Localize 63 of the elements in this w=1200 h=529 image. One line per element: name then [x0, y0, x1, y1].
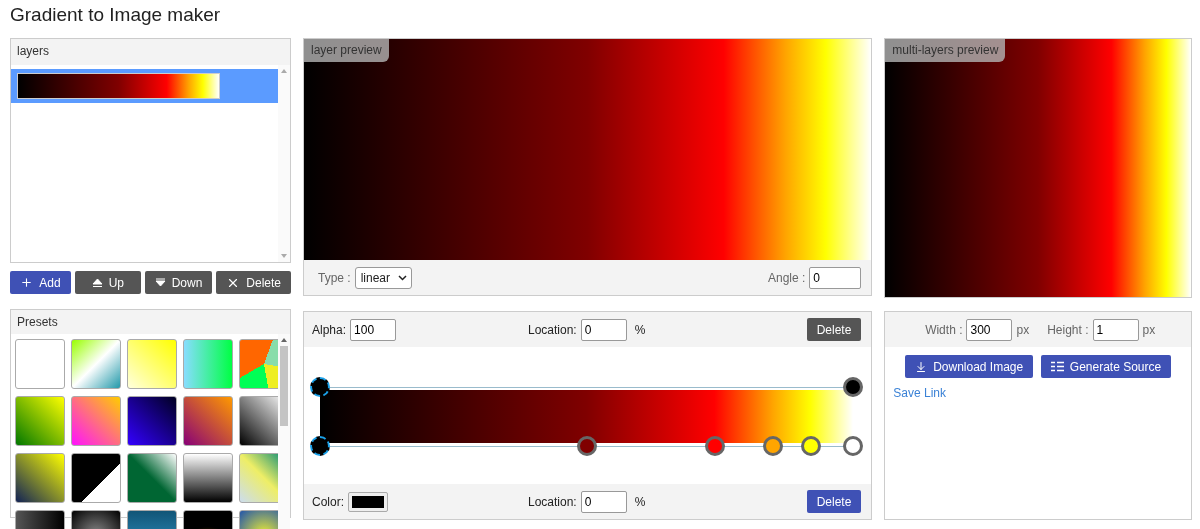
- plus-icon: [20, 276, 34, 289]
- layer-item[interactable]: [11, 69, 278, 103]
- up-button[interactable]: Up: [75, 271, 141, 294]
- unit-label: px: [1016, 322, 1030, 337]
- scrollbar[interactable]: [278, 334, 290, 529]
- width-label: Width :: [925, 322, 963, 337]
- preset-swatch[interactable]: [127, 453, 177, 503]
- alpha-label: Alpha:: [312, 322, 347, 337]
- color-stop-handle[interactable]: [843, 436, 864, 456]
- location-label: Location:: [528, 322, 577, 337]
- preset-swatch[interactable]: [183, 396, 233, 446]
- angle-label: Angle :: [768, 270, 806, 285]
- color-stop-handle[interactable]: [310, 436, 330, 456]
- preset-swatch[interactable]: [239, 339, 278, 389]
- unit-label: px: [1142, 322, 1156, 337]
- scroll-up-icon[interactable]: [281, 338, 287, 342]
- delete-button[interactable]: Delete: [216, 271, 291, 294]
- type-select[interactable]: linear: [354, 266, 412, 289]
- percent-label: %: [634, 494, 646, 509]
- delete-button[interactable]: Delete: [806, 318, 862, 341]
- preset-swatch[interactable]: [183, 339, 233, 389]
- location-label: Location:: [528, 494, 577, 509]
- percent-label: %: [634, 322, 646, 337]
- width-input[interactable]: 300: [966, 318, 1013, 341]
- alpha-stop-handle[interactable]: [310, 377, 330, 397]
- generate-source-button[interactable]: Generate Source: [1040, 355, 1172, 378]
- panel-header: layers: [11, 39, 290, 65]
- preset-swatch[interactable]: [15, 453, 65, 503]
- preset-swatch[interactable]: [71, 396, 121, 446]
- height-label: Height :: [1047, 322, 1089, 337]
- preset-swatch[interactable]: [239, 396, 278, 446]
- alpha-input[interactable]: 100: [350, 318, 397, 341]
- preset-swatch[interactable]: [127, 339, 177, 389]
- preset-swatch[interactable]: [183, 453, 233, 503]
- page-title: Gradient to Image maker: [10, 4, 222, 27]
- alpha-stop-handle[interactable]: [843, 377, 864, 397]
- download-icon: [915, 360, 928, 373]
- preset-swatch[interactable]: [15, 339, 65, 389]
- down-triangle-icon: [154, 277, 166, 288]
- height-input[interactable]: 1: [1092, 318, 1139, 341]
- preset-swatch[interactable]: [15, 396, 65, 446]
- color-stop-handle[interactable]: [763, 436, 784, 456]
- preview-label: multi-layers preview: [885, 39, 1006, 62]
- type-label: Type :: [318, 270, 351, 285]
- preset-swatch[interactable]: [71, 453, 121, 503]
- delete-button[interactable]: Delete: [806, 490, 862, 513]
- down-button[interactable]: Down: [144, 271, 213, 294]
- location-input[interactable]: 0: [580, 490, 627, 513]
- location-input[interactable]: 0: [580, 318, 627, 341]
- save-link[interactable]: Save Link: [885, 378, 955, 408]
- preset-swatch[interactable]: [71, 339, 121, 389]
- preset-swatch[interactable]: [239, 453, 278, 503]
- preset-swatch[interactable]: [127, 396, 177, 446]
- panel-header: Presets: [11, 310, 290, 334]
- color-label: Color:: [312, 494, 344, 509]
- download-button[interactable]: Download Image: [905, 355, 1034, 378]
- add-button[interactable]: Add: [10, 271, 71, 294]
- color-picker[interactable]: [348, 491, 388, 512]
- list-icon: [1050, 361, 1064, 372]
- chevron-down-icon: [397, 274, 407, 281]
- angle-input[interactable]: 0: [809, 266, 862, 289]
- up-triangle-icon: [91, 277, 103, 288]
- preview-label: layer preview: [304, 39, 389, 62]
